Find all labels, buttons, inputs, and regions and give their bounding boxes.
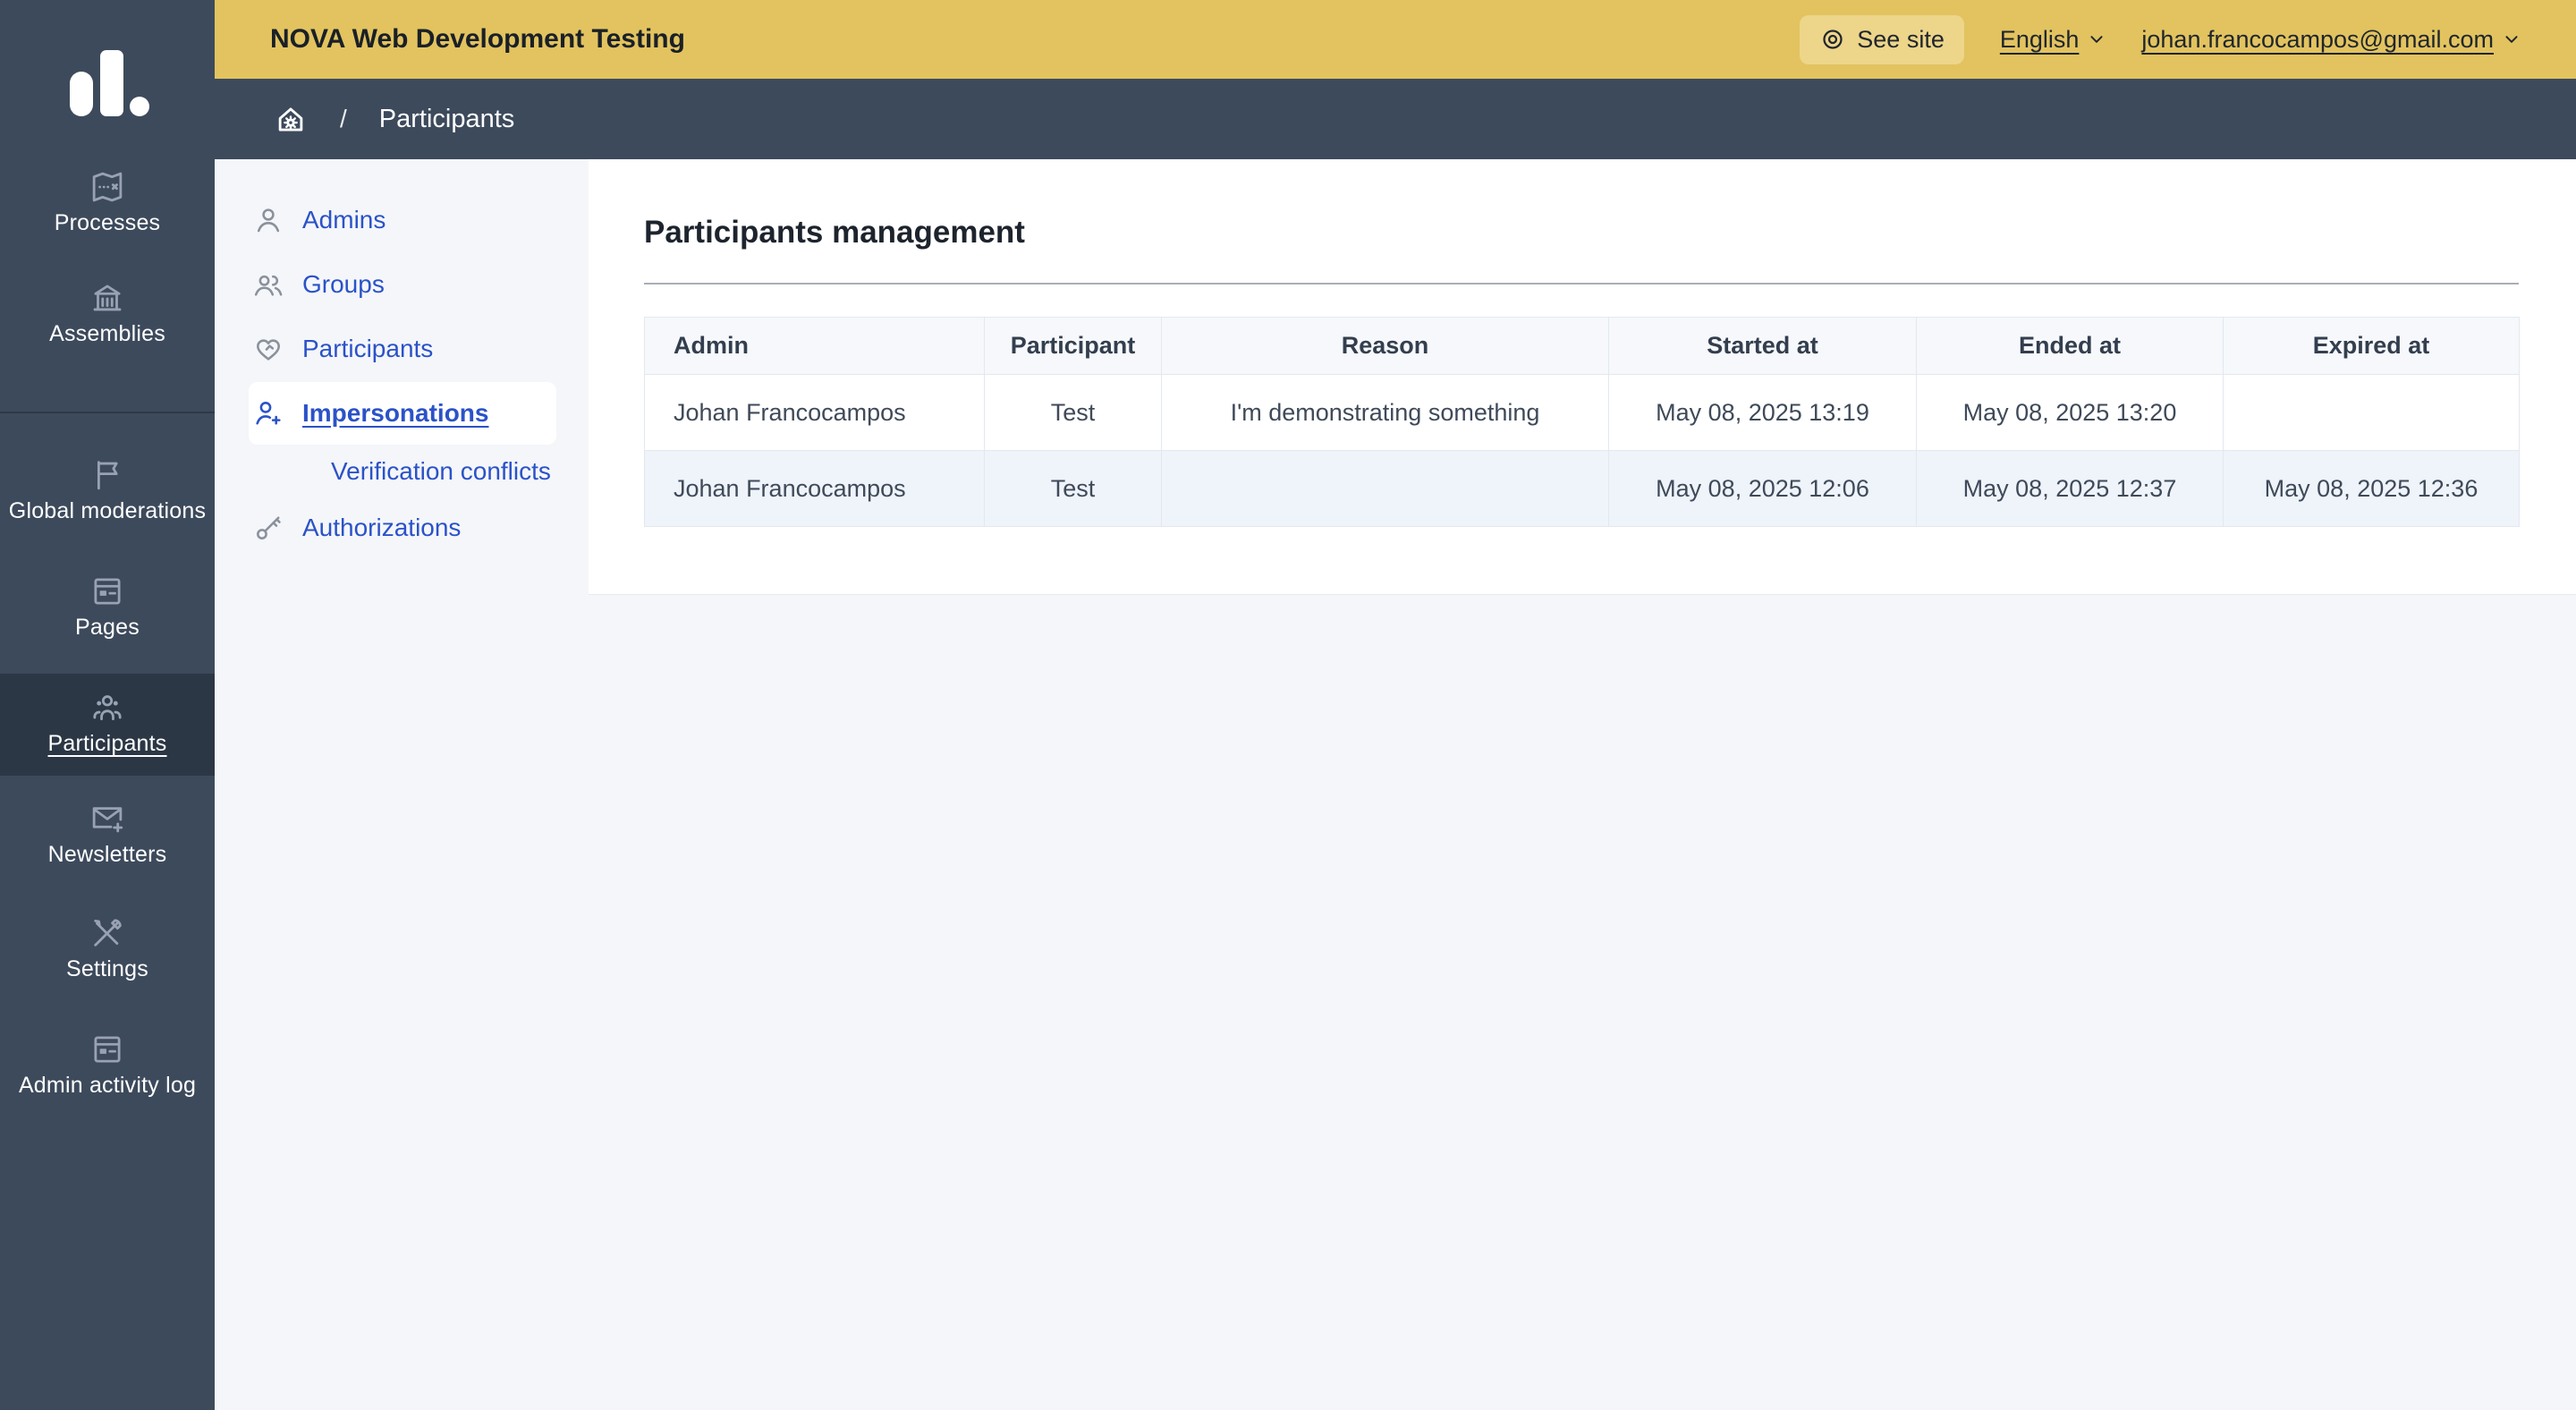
decidim-logo <box>63 48 154 120</box>
subnav-item-impersonations[interactable]: Impersonations <box>249 382 556 445</box>
page-body: Admins Groups Participants <box>215 159 2576 1410</box>
sidebar-item-label: Participants <box>0 731 215 757</box>
column-header-admin: Admin <box>645 318 985 375</box>
sidebar-item-assemblies[interactable]: Assemblies <box>0 279 215 347</box>
table-header-row: Admin Participant Reason Started at Ende… <box>645 318 2520 375</box>
sidebar-item-admin-activity-log[interactable]: Admin activity log <box>0 1031 215 1099</box>
breadcrumb: / Participants <box>215 79 2576 159</box>
mail-add-icon <box>89 800 126 837</box>
pages-icon <box>89 573 126 610</box>
sidebar-item-label: Global moderations <box>0 498 215 524</box>
sidebar-divider <box>0 412 215 413</box>
subnav-item-verification-conflicts[interactable]: Verification conflicts <box>215 446 589 497</box>
cell-started-at: May 08, 2025 13:19 <box>1609 375 1917 451</box>
language-label: English <box>2000 26 2080 54</box>
cell-started-at: May 08, 2025 12:06 <box>1609 451 1917 527</box>
eye-circle-icon <box>1819 26 1846 53</box>
breadcrumb-separator: / <box>340 105 347 133</box>
column-header-reason: Reason <box>1162 318 1609 375</box>
table-row: Johan Francocampos Test I'm demonstratin… <box>645 375 2520 451</box>
account-menu[interactable]: johan.francocampos@gmail.com <box>2141 26 2521 54</box>
heart-link-icon <box>252 333 284 365</box>
subnav-item-label: Verification conflicts <box>331 457 551 486</box>
sidebar-item-label: Processes <box>0 210 215 236</box>
cell-expired-at <box>2224 375 2520 451</box>
organization-title: NOVA Web Development Testing <box>215 24 685 55</box>
column-header-ended-at: Ended at <box>1917 318 2224 375</box>
subnav-item-participants[interactable]: Participants <box>215 324 589 374</box>
cell-ended-at: May 08, 2025 13:20 <box>1917 375 2224 451</box>
sidebar-item-label: Admin activity log <box>0 1073 215 1099</box>
cell-ended-at: May 08, 2025 12:37 <box>1917 451 2224 527</box>
sidebar-item-label: Newsletters <box>0 842 215 868</box>
cell-participant: Test <box>985 451 1162 527</box>
user-icon <box>252 204 284 236</box>
key-icon <box>252 512 284 544</box>
see-site-button[interactable]: See site <box>1800 15 1964 64</box>
subnav-item-groups[interactable]: Groups <box>215 259 589 310</box>
tools-icon <box>89 914 126 952</box>
chevron-down-icon <box>2088 30 2106 48</box>
cell-admin: Johan Francocampos <box>645 451 985 527</box>
column-header-started-at: Started at <box>1609 318 1917 375</box>
subnav-item-label: Groups <box>302 270 385 299</box>
breadcrumb-current: Participants <box>379 105 515 134</box>
main-sidebar: Processes Assemblies Global moderations … <box>0 0 215 1410</box>
flag-icon <box>89 456 126 494</box>
cell-reason: I'm demonstrating something <box>1162 375 1609 451</box>
home-gear-icon[interactable] <box>274 102 308 136</box>
heading-divider <box>644 283 2519 285</box>
subnav-item-label: Impersonations <box>302 399 488 428</box>
language-selector[interactable]: English <box>2000 26 2106 54</box>
sidebar-item-processes[interactable]: Processes <box>0 168 215 236</box>
top-bar: NOVA Web Development Testing See site En… <box>215 0 2576 79</box>
cell-admin: Johan Francocampos <box>645 375 985 451</box>
cell-reason <box>1162 451 1609 527</box>
sidebar-item-label: Pages <box>0 615 215 641</box>
sidebar-item-participants[interactable]: Participants <box>0 674 215 776</box>
cell-expired-at: May 08, 2025 12:36 <box>2224 451 2520 527</box>
secondary-nav: Admins Groups Participants <box>215 159 589 1410</box>
see-site-label: See site <box>1857 26 1945 54</box>
team-icon <box>89 689 126 726</box>
building-icon <box>89 279 126 317</box>
subnav-item-label: Authorizations <box>302 514 461 542</box>
column-header-expired-at: Expired at <box>2224 318 2520 375</box>
cell-participant: Test <box>985 375 1162 451</box>
group-icon <box>252 268 284 301</box>
subnav-item-label: Participants <box>302 335 433 363</box>
main-content: Participants management Admin Participan… <box>589 159 2576 595</box>
sidebar-item-global-moderations[interactable]: Global moderations <box>0 456 215 524</box>
user-add-icon <box>252 397 284 429</box>
table-row: Johan Francocampos Test May 08, 2025 12:… <box>645 451 2520 527</box>
sidebar-item-label: Settings <box>0 956 215 982</box>
page-title: Participants management <box>644 215 2576 251</box>
column-header-participant: Participant <box>985 318 1162 375</box>
sidebar-item-pages[interactable]: Pages <box>0 573 215 641</box>
chevron-down-icon <box>2503 30 2521 48</box>
sidebar-item-label: Assemblies <box>0 321 215 347</box>
activity-log-icon <box>89 1031 126 1068</box>
sidebar-item-settings[interactable]: Settings <box>0 914 215 982</box>
subnav-item-admins[interactable]: Admins <box>215 195 589 245</box>
account-email: johan.francocampos@gmail.com <box>2141 26 2494 54</box>
subnav-item-authorizations[interactable]: Authorizations <box>215 503 589 553</box>
map-icon <box>89 168 126 206</box>
impersonations-table: Admin Participant Reason Started at Ende… <box>644 317 2520 527</box>
topbar-controls: See site English johan.francocampos@gmai… <box>1800 15 2576 64</box>
subnav-item-label: Admins <box>302 206 386 234</box>
sidebar-item-newsletters[interactable]: Newsletters <box>0 800 215 868</box>
